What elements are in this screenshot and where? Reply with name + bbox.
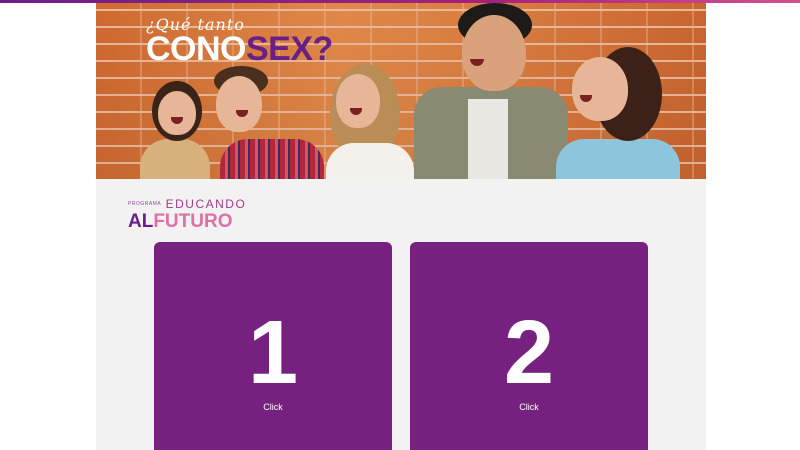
hero-photo-person-3 [322, 64, 418, 179]
hero-photo-person-1 [134, 69, 212, 179]
logo-futuro: FUTURO [153, 211, 233, 232]
logo-program-label: PROGRAMA [128, 200, 162, 207]
option-card-number: 2 [503, 303, 555, 403]
hero-photo-person-2 [206, 64, 326, 179]
hero-photo-person-5 [556, 47, 696, 179]
logo-educando: EDUCANDO [165, 197, 247, 211]
logo-al: AL [128, 211, 154, 232]
hero-banner: ¿Qué tanto CONOSEX? [96, 3, 706, 179]
campaign-title: ¿Qué tanto CONOSEX? [146, 15, 333, 66]
main-content: ¿Qué tanto CONOSEX? PROGRAMA EDUCANDO AL… [96, 3, 706, 450]
campaign-title-main: CONOSEX? [146, 32, 333, 66]
option-card-click-label: Click [519, 402, 539, 412]
campaign-title-purple: SEX? [246, 30, 333, 68]
option-card-click-label: Click [263, 402, 283, 412]
option-card-1[interactable]: 1 Click [154, 242, 392, 450]
campaign-title-white: CONO [146, 30, 247, 68]
program-logo: PROGRAMA EDUCANDO ALFUTURO [128, 195, 246, 231]
option-card-2[interactable]: 2 Click [410, 242, 648, 450]
option-card-number: 1 [247, 303, 299, 403]
hero-photo-person-4 [414, 3, 574, 179]
